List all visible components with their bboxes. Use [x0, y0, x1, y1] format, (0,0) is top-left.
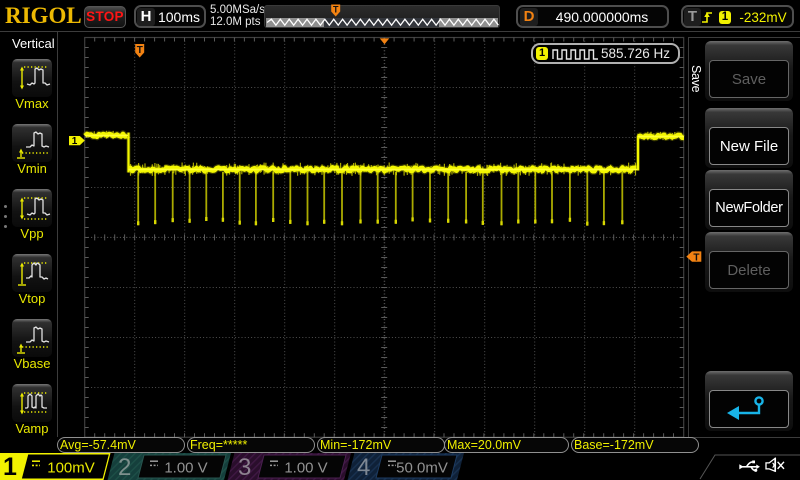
svg-text:T: T: [137, 45, 143, 56]
svg-text:50.0mV: 50.0mV: [396, 460, 448, 477]
svg-text:3: 3: [238, 454, 251, 480]
svg-text:100mV: 100mV: [47, 460, 95, 477]
svg-text:1: 1: [72, 136, 78, 147]
svg-text:T: T: [693, 252, 699, 263]
svg-text:1.00 V: 1.00 V: [284, 460, 327, 477]
svg-text:1: 1: [3, 453, 17, 480]
svg-text:2: 2: [118, 454, 131, 480]
svg-text:T: T: [333, 5, 339, 15]
svg-text:1.00 V: 1.00 V: [164, 460, 207, 477]
svg-text:4: 4: [357, 454, 370, 480]
